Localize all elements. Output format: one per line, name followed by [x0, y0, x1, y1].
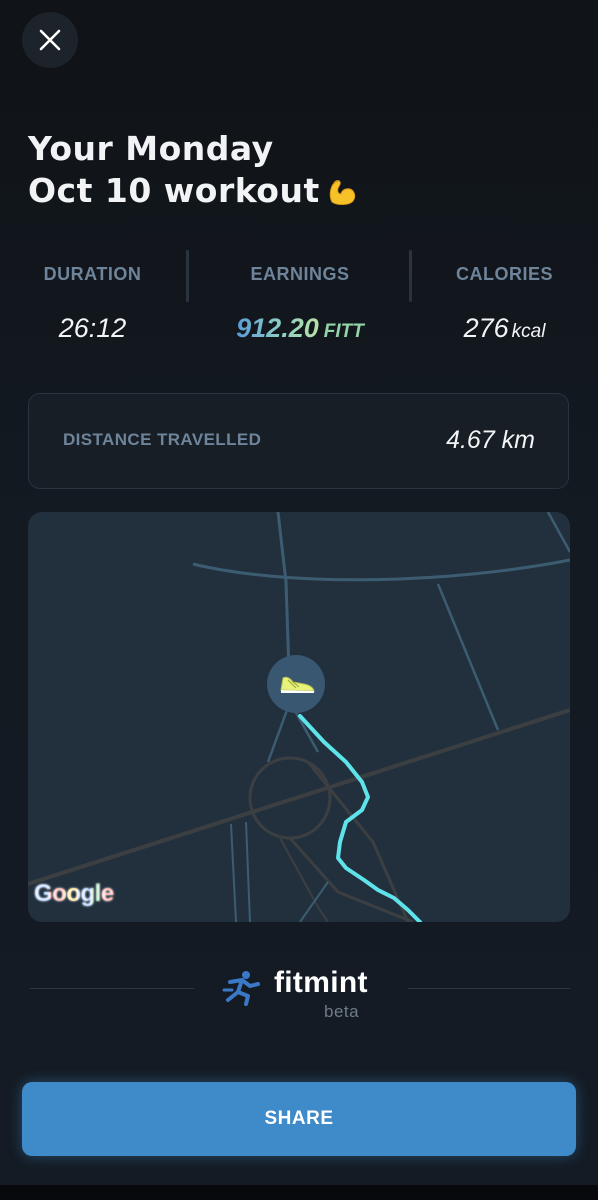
distance-value: 4.67 km: [446, 426, 535, 454]
brand-divider-right: [408, 988, 570, 989]
share-button[interactable]: SHARE: [22, 1082, 576, 1156]
google-logo-text: Google: [34, 880, 114, 907]
map-street: [436, 583, 500, 731]
map-road: [279, 837, 329, 922]
bottom-bar: [0, 1185, 598, 1200]
runner-logo-icon: [222, 971, 260, 1006]
earnings-label: EARNINGS: [250, 264, 350, 284]
flexed-biceps-icon: [329, 180, 355, 205]
workout-stats: DURATION 26:12 EARNINGS 912.20 FITT CALOR…: [0, 250, 598, 350]
calories-value-row: 276 kcal: [432, 313, 577, 344]
calories-value: 276: [463, 313, 509, 343]
stat-duration: DURATION 26:12: [20, 250, 165, 344]
distance-card: DISTANCE TRAVELLED 4.67 km: [28, 393, 569, 489]
map-street: [230, 823, 237, 922]
map-street: [192, 558, 570, 582]
distance-label: DISTANCE TRAVELLED: [63, 430, 262, 449]
brand-divider-left: [30, 988, 194, 989]
map-road: [28, 708, 570, 886]
earnings-value: 912.20: [236, 313, 319, 343]
earnings-value-row: 912.20 FITT: [200, 313, 400, 344]
map-street: [245, 821, 251, 922]
map-street: [546, 512, 570, 553]
stats-divider: [409, 250, 412, 302]
duration-label: DURATION: [43, 264, 142, 284]
google-logo: Google: [34, 880, 114, 908]
title-line-2-text: Oct 10 workout: [28, 171, 320, 210]
route-map[interactable]: Google: [28, 512, 570, 922]
page-title: Your Monday Oct 10 workout: [28, 128, 358, 212]
duration-value: 26:12: [58, 313, 127, 343]
title-line-2: Oct 10 workout: [28, 170, 358, 212]
calories-label: CALORIES: [455, 264, 553, 284]
earnings-unit: FITT: [323, 321, 364, 342]
calories-unit: kcal: [511, 321, 546, 342]
brand-footer: fitmint beta: [0, 960, 598, 1030]
close-button[interactable]: [22, 12, 78, 68]
map-canvas: [28, 512, 570, 922]
close-icon: [39, 29, 61, 51]
brand-name: fitmint: [274, 966, 368, 999]
stats-divider: [186, 250, 189, 302]
brand-sub: beta: [324, 1002, 360, 1021]
route-path: [298, 714, 422, 922]
stat-earnings: EARNINGS 912.20 FITT: [200, 250, 400, 344]
stat-calories: CALORIES 276 kcal: [432, 250, 577, 344]
title-line-1: Your Monday: [28, 129, 274, 168]
